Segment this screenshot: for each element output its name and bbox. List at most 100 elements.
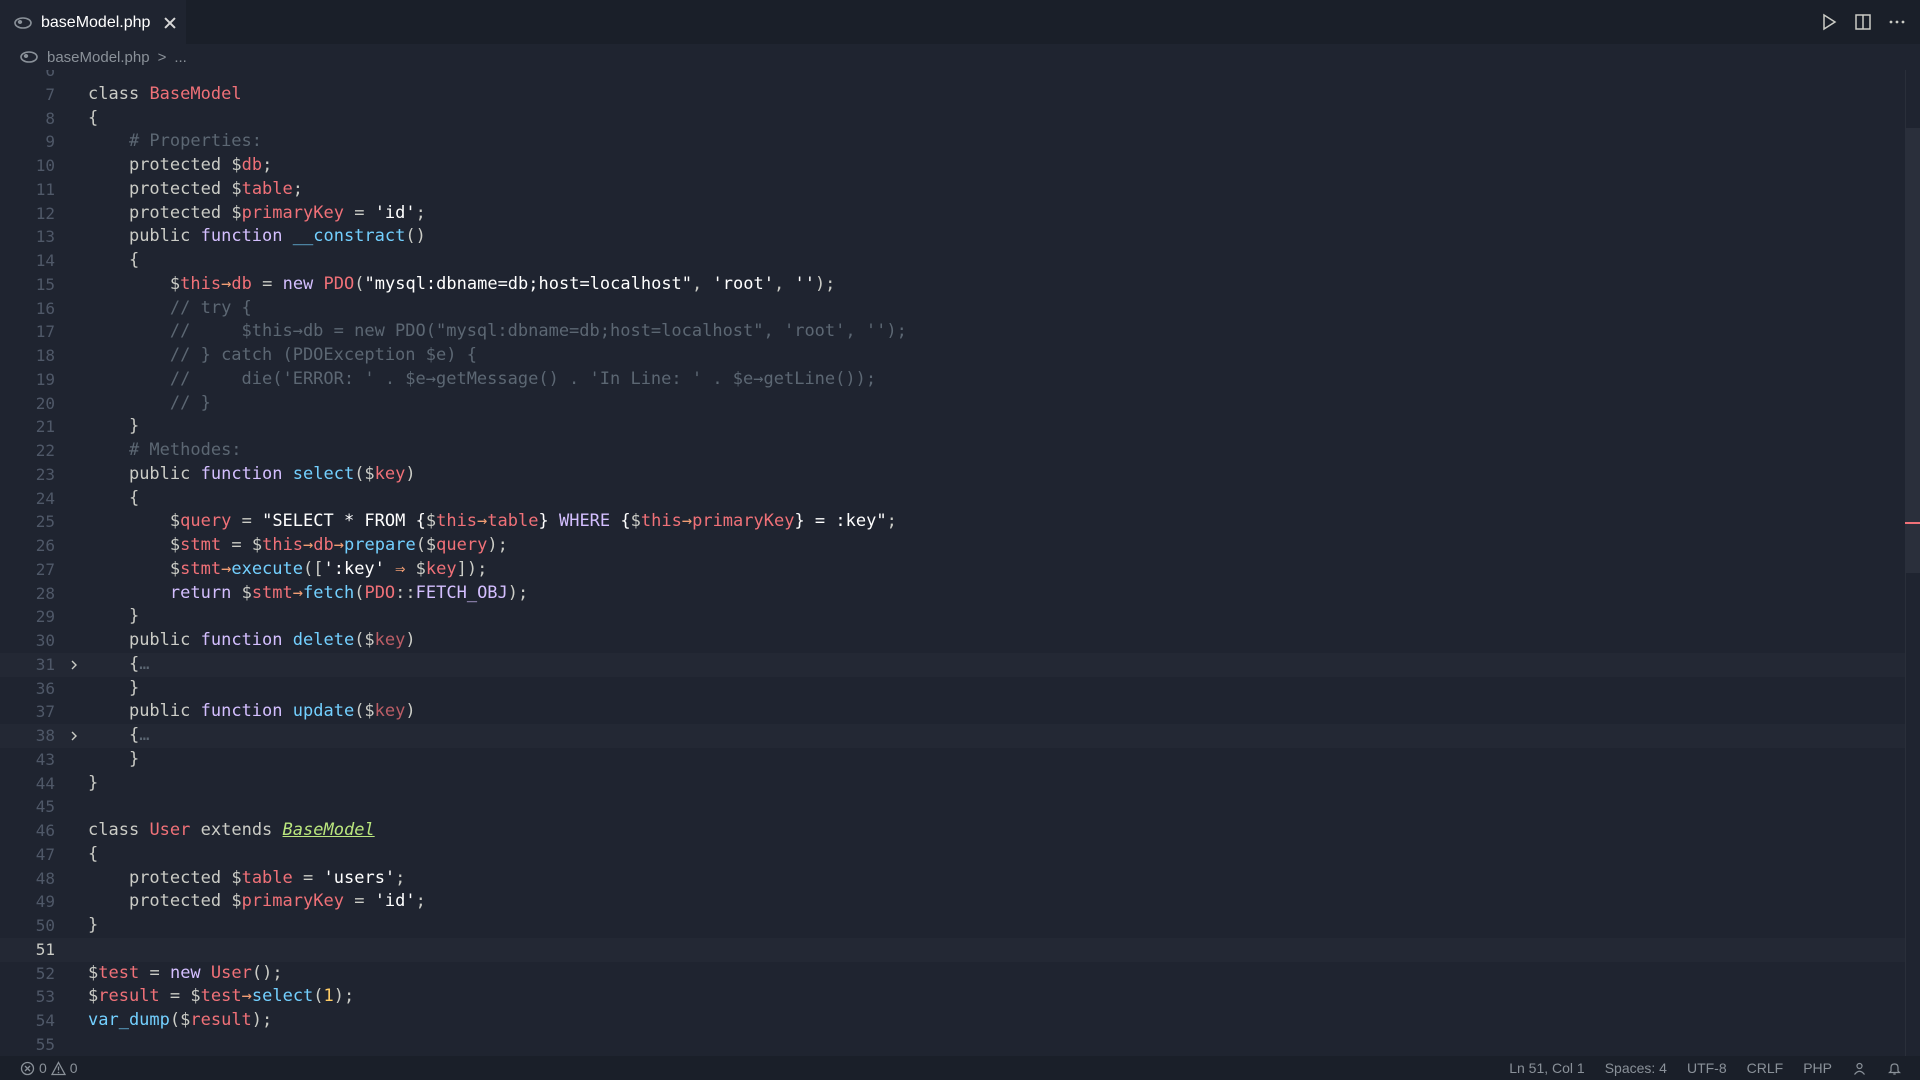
- code-text[interactable]: // die('ERROR: ' . $e→getMessage() . 'In…: [88, 368, 876, 392]
- code-text[interactable]: $stmt→execute([':key' ⇒ $key]);: [88, 558, 487, 582]
- code-line[interactable]: 17 // $this→db = new PDO("mysql:dbname=d…: [0, 320, 1905, 344]
- breadcrumb-symbols[interactable]: ...: [174, 49, 187, 66]
- code-text[interactable]: {…: [88, 653, 150, 677]
- encoding[interactable]: UTF-8: [1687, 1060, 1727, 1076]
- code-text[interactable]: {…: [88, 724, 150, 748]
- code-text[interactable]: public function select($key): [88, 463, 416, 487]
- code-text[interactable]: public function delete($key): [88, 629, 416, 653]
- notifications-bell-icon[interactable]: [1887, 1061, 1902, 1076]
- feedback-icon[interactable]: [1852, 1061, 1867, 1076]
- code-line[interactable]: 47 {: [0, 843, 1905, 867]
- code-text[interactable]: return $stmt→fetch(PDO::FETCH_OBJ);: [88, 582, 528, 606]
- code-line[interactable]: 51: [0, 937, 1905, 962]
- cursor-position[interactable]: Ln 51, Col 1: [1509, 1060, 1585, 1076]
- fold-chevron-right-icon[interactable]: [68, 730, 80, 742]
- code-line[interactable]: 25 $query = "SELECT * FROM {$this→table}…: [0, 510, 1905, 534]
- code-line[interactable]: 7 class BaseModel: [0, 83, 1905, 107]
- code-line[interactable]: 37 public function update($key): [0, 700, 1905, 724]
- line-number: 46: [35, 821, 55, 840]
- split-editor-icon[interactable]: [1854, 13, 1872, 31]
- code-line[interactable]: 22 # Methodes:: [0, 439, 1905, 463]
- code-line[interactable]: 55: [0, 1033, 1905, 1056]
- code-line[interactable]: 49 protected $primaryKey = 'id';: [0, 890, 1905, 914]
- code-line[interactable]: 12 protected $primaryKey = 'id';: [0, 202, 1905, 226]
- code-line[interactable]: 52 $test = new User();: [0, 962, 1905, 986]
- code-line[interactable]: 21 }: [0, 415, 1905, 439]
- code-line[interactable]: 13 public function __constract(): [0, 225, 1905, 249]
- code-text[interactable]: class BaseModel: [88, 83, 242, 107]
- code-line[interactable]: 19 // die('ERROR: ' . $e→getMessage() . …: [0, 368, 1905, 392]
- code-line[interactable]: 54 var_dump($result);: [0, 1009, 1905, 1033]
- code-line[interactable]: 24 {: [0, 487, 1905, 511]
- code-line[interactable]: 46 class User extends BaseModel: [0, 819, 1905, 843]
- scrollbar-thumb[interactable]: [1905, 128, 1920, 573]
- code-line[interactable]: 50}: [0, 914, 1905, 938]
- code-line[interactable]: 31 {…: [0, 652, 1905, 677]
- code-text[interactable]: // } catch (PDOException $e) {: [88, 344, 477, 368]
- close-icon[interactable]: [162, 15, 178, 31]
- code-text[interactable]: // try {: [88, 297, 252, 321]
- code-line[interactable]: 27 $stmt→execute([':key' ⇒ $key]);: [0, 558, 1905, 582]
- code-line[interactable]: 9 # Properties:: [0, 130, 1905, 154]
- code-text[interactable]: # Methodes:: [88, 439, 242, 463]
- code-text[interactable]: protected $db;: [88, 154, 272, 178]
- indentation[interactable]: Spaces: 4: [1605, 1060, 1667, 1076]
- code-line[interactable]: 45: [0, 795, 1905, 819]
- code-text[interactable]: {: [88, 487, 139, 511]
- code-text[interactable]: var_dump($result);: [88, 1009, 272, 1033]
- code-text[interactable]: // $this→db = new PDO("mysql:dbname=db;h…: [88, 320, 907, 344]
- code-text[interactable]: public function update($key): [88, 700, 416, 724]
- code-text[interactable]: protected $table = 'users';: [88, 867, 405, 891]
- code-line[interactable]: 8{: [0, 107, 1905, 131]
- code-line[interactable]: 36 }: [0, 677, 1905, 701]
- code-text[interactable]: $result = $test→select(1);: [88, 985, 354, 1009]
- code-line[interactable]: 53 $result = $test→select(1);: [0, 985, 1905, 1009]
- code-line[interactable]: 16 // try {: [0, 297, 1905, 321]
- code-text[interactable]: }: [88, 415, 139, 439]
- code-text[interactable]: }: [88, 605, 139, 629]
- more-actions-icon[interactable]: [1888, 13, 1906, 31]
- code-line[interactable]: 28 return $stmt→fetch(PDO::FETCH_OBJ);: [0, 582, 1905, 606]
- code-text[interactable]: }: [88, 677, 139, 701]
- fold-chevron-right-icon[interactable]: [68, 659, 80, 671]
- tab-basemodel[interactable]: baseModel.php: [0, 0, 186, 44]
- code-text[interactable]: }: [88, 748, 139, 772]
- code-editor[interactable]: 6 7 class BaseModel 8{9 # Properties: 10 pro…: [0, 70, 1920, 1056]
- code-text[interactable]: # Properties:: [88, 130, 262, 154]
- code-text[interactable]: }: [88, 772, 98, 796]
- code-text[interactable]: $stmt = $this→db→prepare($query);: [88, 534, 508, 558]
- language-mode[interactable]: PHP: [1803, 1060, 1832, 1076]
- code-line[interactable]: 23 public function select($key): [0, 463, 1905, 487]
- code-text[interactable]: $query = "SELECT * FROM {$this→table} WH…: [88, 510, 897, 534]
- code-line[interactable]: 6: [0, 70, 1905, 83]
- code-line[interactable]: 30 public function delete($key): [0, 629, 1905, 653]
- code-text[interactable]: protected $table;: [88, 178, 303, 202]
- problems-indicator[interactable]: 0 0: [20, 1056, 78, 1080]
- code-text[interactable]: {: [88, 843, 98, 867]
- code-text[interactable]: $this→db = new PDO("mysql:dbname=db;host…: [88, 273, 836, 297]
- code-line[interactable]: 26 $stmt = $this→db→prepare($query);: [0, 534, 1905, 558]
- code-text[interactable]: public function __constract(): [88, 225, 426, 249]
- run-icon[interactable]: [1820, 13, 1838, 31]
- code-line[interactable]: 38 {…: [0, 724, 1905, 748]
- code-text[interactable]: $test = new User();: [88, 962, 283, 986]
- code-line[interactable]: 11 protected $table;: [0, 178, 1905, 202]
- code-text[interactable]: {: [88, 249, 139, 273]
- breadcrumb-file[interactable]: baseModel.php: [47, 49, 150, 66]
- code-line[interactable]: 14 {: [0, 249, 1905, 273]
- code-text[interactable]: }: [88, 914, 98, 938]
- code-line[interactable]: 44}: [0, 772, 1905, 796]
- code-line[interactable]: 20 // }: [0, 392, 1905, 416]
- code-line[interactable]: 43 }: [0, 748, 1905, 772]
- code-line[interactable]: 18 // } catch (PDOException $e) {: [0, 344, 1905, 368]
- end-of-line[interactable]: CRLF: [1747, 1060, 1784, 1076]
- code-text[interactable]: {: [88, 107, 98, 131]
- code-line[interactable]: 29 }: [0, 605, 1905, 629]
- code-line[interactable]: 15 $this→db = new PDO("mysql:dbname=db;h…: [0, 273, 1905, 297]
- code-line[interactable]: 48 protected $table = 'users';: [0, 867, 1905, 891]
- code-text[interactable]: protected $primaryKey = 'id';: [88, 202, 426, 226]
- code-text[interactable]: class User extends BaseModel: [88, 819, 375, 843]
- code-line[interactable]: 10 protected $db;: [0, 154, 1905, 178]
- code-text[interactable]: protected $primaryKey = 'id';: [88, 890, 426, 914]
- code-text[interactable]: // }: [88, 392, 211, 416]
